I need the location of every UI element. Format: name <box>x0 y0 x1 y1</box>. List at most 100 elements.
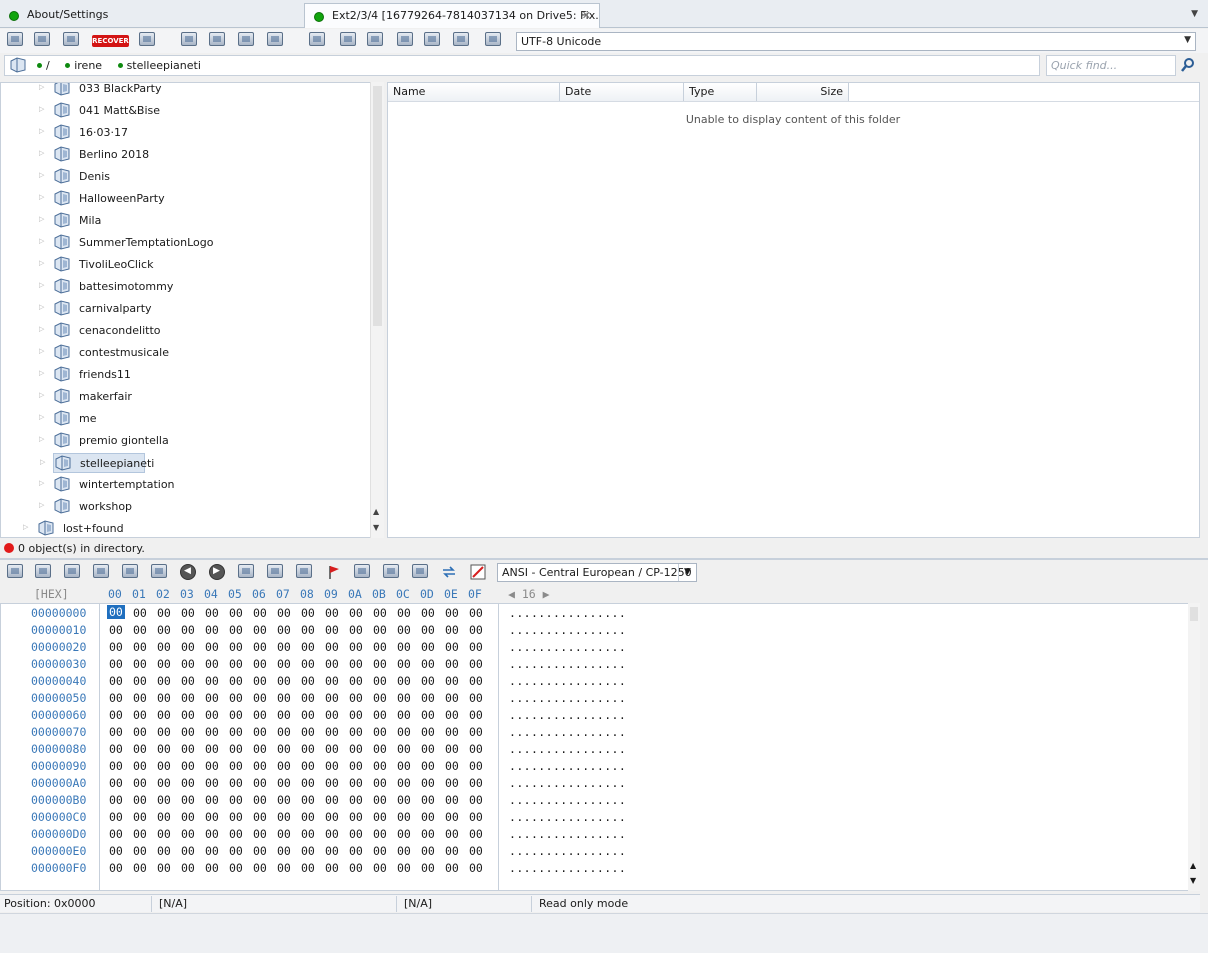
hex-byte[interactable]: 00 <box>421 623 435 637</box>
hex-byte[interactable]: 00 <box>325 844 339 858</box>
hex-byte[interactable]: 00 <box>421 827 435 841</box>
link-icon[interactable] <box>309 32 327 50</box>
hex-byte[interactable]: 00 <box>229 674 243 688</box>
hex-byte[interactable]: 00 <box>109 657 123 671</box>
hex-byte[interactable]: 00 <box>109 810 123 824</box>
hex-byte[interactable]: 00 <box>157 776 171 790</box>
hex-byte[interactable]: 00 <box>253 793 267 807</box>
hex-byte[interactable]: 00 <box>469 623 483 637</box>
hex-byte[interactable]: 00 <box>469 759 483 773</box>
hex-byte[interactable]: 00 <box>109 640 123 654</box>
hex-byte[interactable]: 00 <box>349 725 363 739</box>
hex-byte[interactable]: 00 <box>229 844 243 858</box>
hex-byte[interactable]: 00 <box>469 827 483 841</box>
hex-byte[interactable]: 00 <box>253 759 267 773</box>
ascii-text[interactable]: ................ <box>509 725 626 739</box>
hex-byte[interactable]: 00 <box>373 725 387 739</box>
hex-byte[interactable]: 00 <box>277 708 291 722</box>
hex-byte[interactable]: 00 <box>349 793 363 807</box>
hex-byte[interactable]: 00 <box>181 827 195 841</box>
ascii-text[interactable]: ................ <box>509 827 626 841</box>
hex-byte[interactable]: 00 <box>205 861 219 875</box>
expand-icon[interactable]: ▷ <box>39 127 44 135</box>
encoding-select[interactable]: UTF-8 Unicode ▼ <box>516 32 1196 51</box>
hex-byte[interactable]: 00 <box>325 759 339 773</box>
hex-byte[interactable]: 00 <box>349 606 363 620</box>
hex-byte[interactable]: 00 <box>469 725 483 739</box>
hex-byte[interactable]: 00 <box>229 810 243 824</box>
hex-byte[interactable]: 00 <box>301 827 315 841</box>
hex-byte[interactable]: 00 <box>301 725 315 739</box>
edit-mode-icon[interactable] <box>470 564 488 582</box>
hex-byte[interactable]: 00 <box>157 827 171 841</box>
hex-byte[interactable]: 00 <box>373 742 387 756</box>
hex-byte[interactable]: 00 <box>229 827 243 841</box>
hex-byte[interactable]: 00 <box>421 640 435 654</box>
hex-byte[interactable]: 00 <box>421 861 435 875</box>
hex-byte[interactable]: 00 <box>469 742 483 756</box>
hex-byte[interactable]: 00 <box>157 691 171 705</box>
hex-byte[interactable]: 00 <box>229 861 243 875</box>
hex-byte[interactable]: 00 <box>421 776 435 790</box>
block-start-icon[interactable] <box>267 564 285 582</box>
breadcrumb-segment[interactable]: irene <box>74 59 102 72</box>
hex-byte[interactable]: 00 <box>325 793 339 807</box>
column-header-type[interactable]: Type <box>684 83 757 101</box>
hex-byte[interactable]: 00 <box>445 793 459 807</box>
hex-byte[interactable]: 00 <box>229 759 243 773</box>
hex-byte[interactable]: 00 <box>181 776 195 790</box>
hex-byte[interactable]: 00 <box>157 742 171 756</box>
hex-byte[interactable]: 00 <box>373 674 387 688</box>
hex-byte[interactable]: 00 <box>277 606 291 620</box>
hex-byte[interactable]: 00 <box>181 623 195 637</box>
hex-byte[interactable]: 00 <box>445 776 459 790</box>
hex-byte[interactable]: 00 <box>277 861 291 875</box>
hex-byte[interactable]: 00 <box>397 861 411 875</box>
hex-byte[interactable]: 00 <box>205 776 219 790</box>
ascii-text[interactable]: ................ <box>509 742 626 756</box>
hex-byte[interactable]: 00 <box>397 606 411 620</box>
hex-byte[interactable]: 00 <box>133 640 147 654</box>
hex-byte[interactable]: 00 <box>133 742 147 756</box>
hex-byte[interactable]: 00 <box>349 776 363 790</box>
back-icon[interactable] <box>180 564 196 580</box>
hex-byte[interactable]: 00 <box>421 759 435 773</box>
column-header-date[interactable]: Date <box>560 83 684 101</box>
hex-byte[interactable]: 00 <box>421 606 435 620</box>
hex-byte[interactable]: 00 <box>421 674 435 688</box>
block-end-icon[interactable] <box>296 564 314 582</box>
expand-icon[interactable]: ▷ <box>39 479 44 487</box>
expand-icon[interactable]: ▷ <box>39 347 44 355</box>
hex-byte[interactable]: 00 <box>325 776 339 790</box>
hex-byte[interactable]: 00 <box>277 844 291 858</box>
paste-special-icon[interactable] <box>122 564 140 582</box>
hex-byte[interactable]: 00 <box>301 640 315 654</box>
paste-icon[interactable] <box>93 564 111 582</box>
hex-byte[interactable]: 00 <box>373 776 387 790</box>
hex-byte[interactable]: 00 <box>229 725 243 739</box>
hex-byte[interactable]: 00 <box>301 708 315 722</box>
hex-byte[interactable]: 00 <box>373 691 387 705</box>
quick-find-input[interactable]: Quick find... <box>1046 55 1176 76</box>
expand-icon[interactable]: ▷ <box>23 523 28 531</box>
hex-byte[interactable]: 00 <box>277 640 291 654</box>
expand-icon[interactable]: ▷ <box>39 83 44 91</box>
hex-byte[interactable]: 00 <box>349 674 363 688</box>
hex-byte[interactable]: 00 <box>157 674 171 688</box>
hex-byte[interactable]: 00 <box>469 861 483 875</box>
hex-byte[interactable]: 00 <box>469 691 483 705</box>
breadcrumb-segment[interactable]: stelleepianeti <box>127 59 201 72</box>
scroll-thumb[interactable] <box>1190 607 1198 621</box>
hex-byte[interactable]: 00 <box>253 810 267 824</box>
tab-ext-drive[interactable]: Ext2/3/4 [16779264-7814037134 on Drive5:… <box>304 3 600 28</box>
hex-byte[interactable]: 00 <box>397 657 411 671</box>
hex-byte[interactable]: 00 <box>205 742 219 756</box>
hex-byte[interactable]: 00 <box>445 657 459 671</box>
hex-byte[interactable]: 00 <box>181 708 195 722</box>
hex-byte[interactable]: 00 <box>157 657 171 671</box>
hex-byte[interactable]: 00 <box>253 742 267 756</box>
hex-byte[interactable]: 00 <box>109 725 123 739</box>
hex-byte[interactable]: 00 <box>229 640 243 654</box>
hex-byte[interactable]: 00 <box>373 793 387 807</box>
hex-byte[interactable]: 00 <box>181 742 195 756</box>
